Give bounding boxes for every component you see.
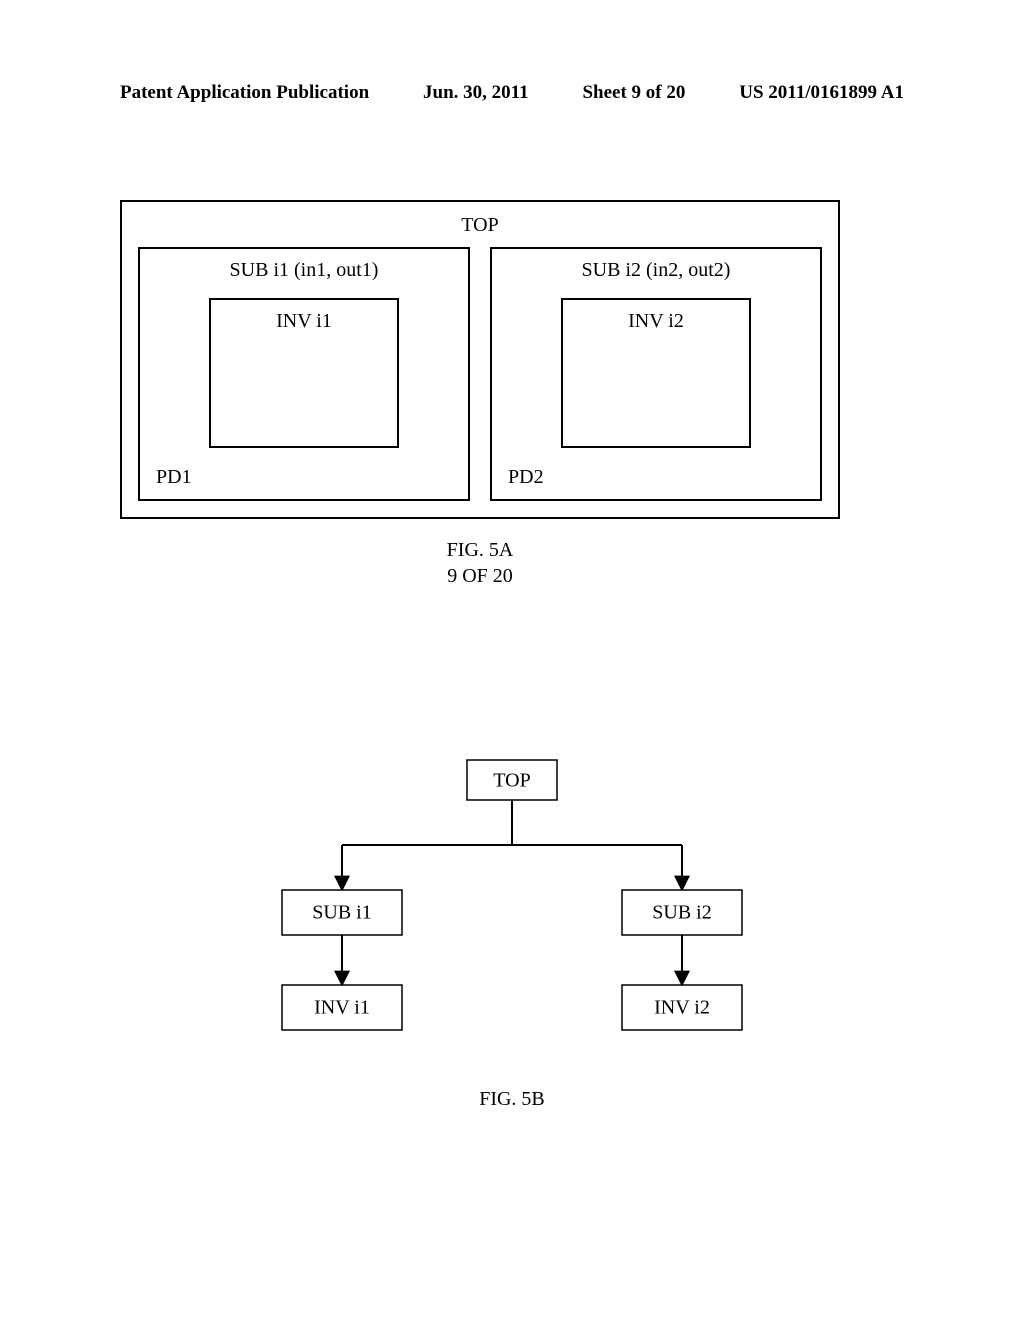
tree-top-text: TOP [493, 770, 530, 792]
inv-box-2: INV i2 [561, 298, 751, 448]
inv-box-1: INV i1 [209, 298, 399, 448]
sub-label-1: SUB i1 (in1, out1) [154, 259, 454, 282]
sub-box-2: SUB i2 (in2, out2) INV i2 PD2 [490, 247, 822, 501]
fig5a-caption-line1: FIG. 5A [120, 537, 840, 563]
tree-sub2-text: SUB i2 [652, 902, 711, 924]
figure-5a-caption: FIG. 5A 9 OF 20 [120, 537, 840, 589]
header-date: Jun. 30, 2011 [423, 82, 529, 104]
top-label: TOP [138, 214, 822, 237]
sub-row: SUB i1 (in1, out1) INV i1 PD1 SUB i2 (in… [138, 247, 822, 501]
tree-sub1-text: SUB i1 [312, 902, 371, 924]
sub-box-1: SUB i1 (in1, out1) INV i1 PD1 [138, 247, 470, 501]
patent-page: Patent Application Publication Jun. 30, … [0, 0, 1024, 1320]
header-pubnum: US 2011/0161899 A1 [739, 82, 904, 104]
tree-inv1-text: INV i1 [314, 997, 370, 1019]
fig5a-caption-line2: 9 OF 20 [120, 563, 840, 589]
pd-label-1: PD1 [154, 466, 454, 489]
pd-label-2: PD2 [506, 466, 806, 489]
figure-5b-caption: FIG. 5B [0, 1088, 1024, 1111]
tree-inv2-text: INV i2 [654, 997, 710, 1019]
top-box: TOP SUB i1 (in1, out1) INV i1 PD1 SUB i2… [120, 200, 840, 519]
page-header: Patent Application Publication Jun. 30, … [0, 82, 1024, 104]
tree-diagram: TOP SUB i1 SUB i2 INV i1 INV i2 [202, 750, 822, 1070]
figure-5a: TOP SUB i1 (in1, out1) INV i1 PD1 SUB i2… [120, 200, 840, 589]
figure-5b: TOP SUB i1 SUB i2 INV i1 INV i2 FIG. 5B [0, 750, 1024, 1111]
sub-label-2: SUB i2 (in2, out2) [506, 259, 806, 282]
header-publication: Patent Application Publication [120, 82, 369, 104]
header-sheet: Sheet 9 of 20 [582, 82, 685, 104]
